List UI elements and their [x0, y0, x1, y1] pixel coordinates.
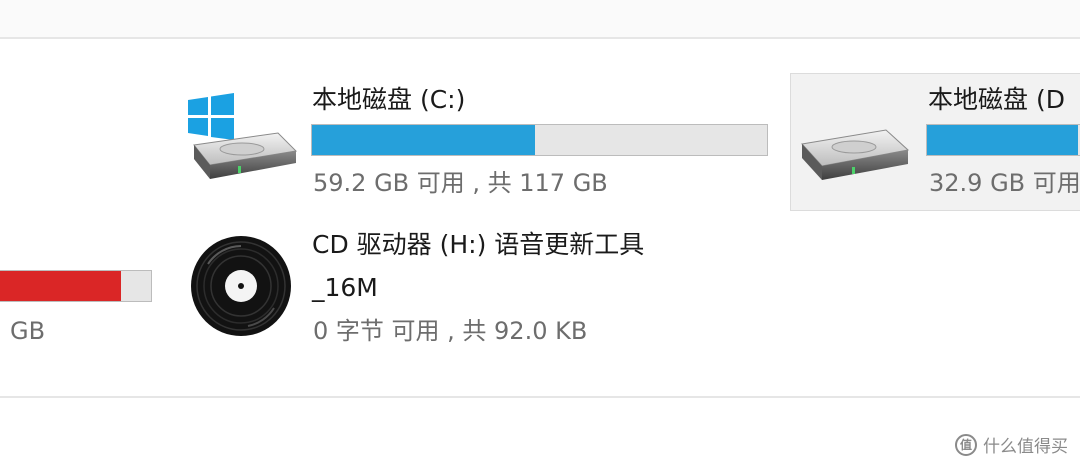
drive-left-usage-text: GB [10, 317, 46, 345]
drive-h-label-line1: CD 驱动器 (H:) 语音更新工具 [312, 230, 645, 259]
drive-c-usage-fill [312, 125, 535, 155]
drive-d-label: 本地磁盘 (D [928, 85, 1065, 114]
hard-drive-icon [801, 129, 910, 180]
disc-icon [191, 236, 291, 336]
windows-hard-drive-icon [188, 93, 298, 179]
toolbar-area [0, 0, 1080, 37]
drive-c-label: 本地磁盘 (C:) [312, 85, 466, 114]
drive-h-usage-text: 0 字节 可用 , 共 92.0 KB [313, 317, 588, 345]
drive-left-usage-bar [0, 270, 152, 302]
drive-d-usage-text: 32.9 GB 可用 [929, 169, 1080, 197]
drive-c-usage-bar [311, 124, 768, 156]
divider-top [0, 37, 1080, 39]
watermark-logo-icon: 值 [955, 433, 977, 456]
drive-left-usage-fill [0, 271, 121, 301]
drive-d-usage-fill [927, 125, 1079, 155]
drive-c-usage-text: 59.2 GB 可用 , 共 117 GB [313, 169, 608, 197]
drive-h-label-line2: _16M [312, 273, 378, 302]
explorer-this-pc-view: GB 本地磁盘 (C:) 59.2 GB 可用 , 共 117 GB 本地磁盘 … [0, 0, 1080, 472]
drive-d-usage-bar [926, 124, 1080, 156]
divider-bottom [0, 396, 1080, 398]
watermark-text: 什么值得买 [983, 437, 1068, 457]
watermark: 值 什么值得买 [955, 432, 1068, 457]
